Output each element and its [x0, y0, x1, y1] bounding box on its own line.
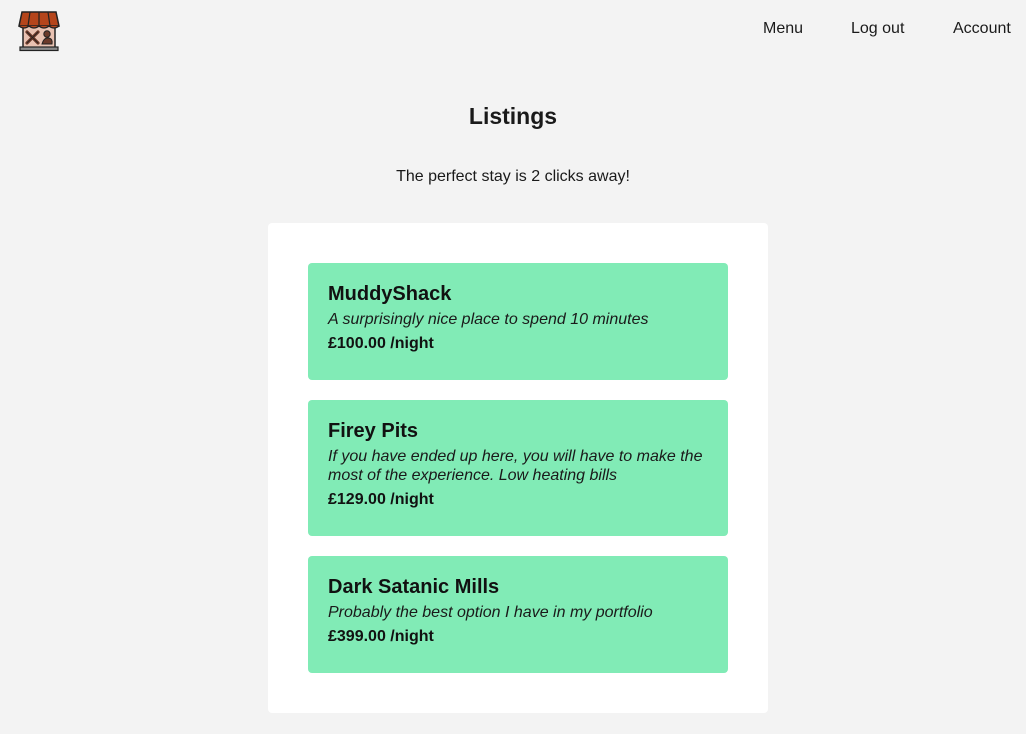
nav-logout-link[interactable]: Log out	[851, 20, 904, 38]
listings-panel: MuddyShack A surprisingly nice place to …	[268, 223, 768, 713]
listing-card[interactable]: Firey Pits If you have ended up here, yo…	[308, 400, 728, 536]
listing-description: If you have ended up here, you will have…	[328, 448, 703, 484]
nav-menu-link[interactable]: Menu	[763, 20, 803, 38]
listing-card[interactable]: Dark Satanic Mills Probably the best opt…	[308, 556, 728, 673]
listing-name: Dark Satanic Mills	[328, 576, 500, 598]
listing-description: Probably the best option I have in my po…	[328, 604, 653, 621]
listing-description: A surprisingly nice place to spend 10 mi…	[328, 311, 649, 328]
listing-card[interactable]: MuddyShack A surprisingly nice place to …	[308, 263, 728, 380]
listing-name: MuddyShack	[328, 283, 452, 305]
listing-price: £129.00 /night	[328, 491, 434, 508]
listing-name: Firey Pits	[328, 420, 419, 442]
listings-page: Menu Log out Account Listings The perfec…	[0, 0, 1026, 734]
shop-logo-icon[interactable]	[18, 10, 60, 52]
listing-price: £100.00 /night	[328, 335, 434, 352]
nav-account-link[interactable]: Account	[953, 20, 1011, 38]
listing-price: £399.00 /night	[328, 628, 434, 645]
page-title: Listings	[468, 103, 558, 129]
page-subtitle: The perfect stay is 2 clicks away!	[396, 168, 630, 185]
